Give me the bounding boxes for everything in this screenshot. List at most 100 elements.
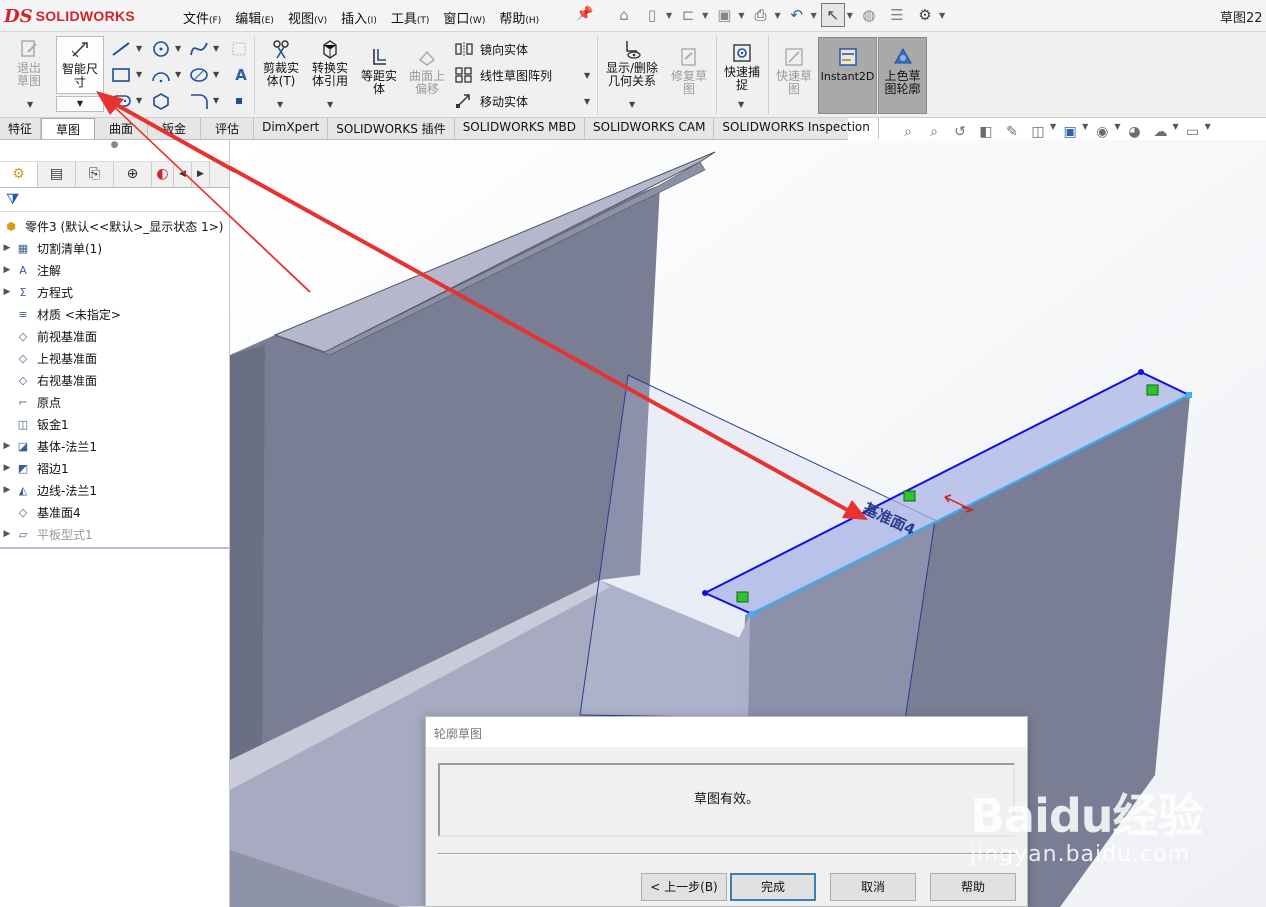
chevron-right-icon[interactable]: ▶ (0, 485, 14, 495)
relation-marker-icon[interactable] (903, 490, 916, 502)
text-icon[interactable]: A (230, 66, 252, 84)
menu-tools[interactable]: 工具(T) (384, 6, 437, 29)
chevron-down-icon[interactable]: ▼ (847, 11, 853, 20)
chevron-down-icon[interactable]: ▼ (584, 97, 590, 106)
menu-window[interactable]: 窗口(W) (436, 6, 492, 29)
move-entities-label[interactable]: 移动实体 (480, 93, 528, 110)
offset-on-surface-button[interactable]: 曲面上偏移 (404, 46, 450, 96)
chevron-down-icon[interactable]: ▼ (213, 70, 219, 79)
tab-inspection[interactable]: SOLIDWORKS Inspection (714, 118, 879, 139)
tree-item[interactable]: ▶ ▱ 平板型式1 (0, 523, 229, 545)
previous-view-icon[interactable]: ↺ (948, 122, 972, 142)
tree-root[interactable]: ⬢ 零件3 (默认<<默认>_显示状态 1>) (0, 215, 229, 237)
tab-sheet-metal[interactable]: 钣金 (148, 118, 202, 139)
finish-button[interactable]: 完成 (730, 873, 816, 901)
fillet-icon[interactable] (188, 92, 210, 110)
chevron-down-icon[interactable]: ▼ (136, 44, 142, 53)
edit-appearance-icon[interactable]: ◕ (1122, 122, 1146, 142)
print-icon[interactable]: ⎙ (748, 3, 772, 27)
tab-features[interactable]: 特征 (0, 118, 42, 139)
zoom-to-fit-icon[interactable]: ⌕ (896, 122, 920, 142)
save-icon[interactable]: ▣ (712, 3, 736, 27)
move-entities-icon[interactable] (454, 92, 474, 110)
chevron-down-icon[interactable]: ▼ (1050, 122, 1056, 142)
linear-pattern-label[interactable]: 线性草图阵列 (480, 67, 552, 84)
filter-icon[interactable]: ⧩ (0, 188, 229, 212)
chevron-left-icon[interactable]: ◀ (174, 162, 192, 187)
help-button[interactable]: 帮助 (930, 873, 1016, 901)
select-arrow-icon[interactable]: ↖ (820, 3, 845, 27)
feature-manager-tab-icon[interactable]: ⚙ (0, 162, 38, 187)
menu-edit[interactable]: 编辑(E) (228, 6, 281, 29)
chevron-right-icon[interactable]: ▶ (0, 529, 14, 539)
chevron-down-icon[interactable]: ▼ (1172, 122, 1178, 142)
open-folder-icon[interactable]: ⊏ (676, 3, 700, 27)
mirror-entities-label[interactable]: 镜向实体 (480, 41, 528, 58)
chevron-down-icon[interactable]: ▼ (738, 11, 744, 20)
undo-icon[interactable]: ↶ (785, 3, 809, 27)
tab-surfaces[interactable]: 曲面 (95, 118, 149, 139)
property-manager-tab-icon[interactable]: ▤ (38, 162, 76, 187)
tab-addins[interactable]: SOLIDWORKS 插件 (328, 118, 455, 139)
chevron-right-icon[interactable]: ▶ (0, 287, 14, 297)
new-document-icon[interactable]: ▯ (640, 3, 664, 27)
cancel-button[interactable]: 取消 (830, 873, 916, 901)
zoom-to-area-icon[interactable]: ⌕ (922, 122, 946, 142)
chevron-down-icon[interactable]: ▼ (136, 96, 142, 105)
polygon-icon[interactable] (150, 92, 172, 110)
chevron-down-icon[interactable]: ▼ (1082, 122, 1088, 142)
view-settings-icon[interactable]: ▭ (1181, 122, 1205, 142)
shaded-sketch-contours-button[interactable]: 上色草图轮廓 (878, 37, 927, 114)
tab-dimxpert[interactable]: DimXpert (254, 118, 329, 139)
tree-item[interactable]: ≡ 材质 <未指定> (0, 303, 229, 325)
configuration-manager-tab-icon[interactable]: ⎘ (76, 162, 114, 187)
menu-file[interactable]: 文件(F) (176, 6, 228, 29)
menu-help[interactable]: 帮助(H) (492, 6, 546, 29)
relation-marker-icon[interactable] (1146, 384, 1159, 396)
file-properties-icon[interactable]: ☰ (885, 3, 909, 27)
chevron-down-icon[interactable]: ▼ (175, 70, 181, 79)
chevron-down-icon[interactable]: ▼ (277, 100, 283, 109)
repair-sketch-button[interactable]: 修复草图 (666, 46, 712, 96)
tree-item[interactable]: ◫ 钣金1 (0, 413, 229, 435)
chevron-down-icon[interactable]: ▼ (1114, 122, 1120, 142)
display-style-icon[interactable]: ▣ (1058, 122, 1082, 142)
instant2d-button[interactable]: Instant2D (818, 37, 877, 114)
tree-item[interactable]: ▶ ▦ 切割清单(1) (0, 237, 229, 259)
ellipse-icon[interactable] (188, 66, 210, 84)
display-delete-relations-button[interactable]: 显示/删除几何关系 (602, 38, 662, 88)
tree-item[interactable]: ◇ 前视基准面 (0, 325, 229, 347)
offset-entities-button[interactable]: 等距实体 (356, 46, 402, 96)
tab-sketch[interactable]: 草图 (41, 118, 96, 139)
exit-sketch-button[interactable]: 退出草图 (6, 38, 52, 88)
rapid-sketch-button[interactable]: 快速草图 (772, 46, 816, 96)
tree-item[interactable]: ◇ 右视基准面 (0, 369, 229, 391)
chevron-down-icon[interactable]: ▼ (702, 11, 708, 20)
chevron-right-icon[interactable]: ▶ (0, 441, 14, 451)
chevron-right-icon[interactable]: ▶ (0, 265, 14, 275)
point-icon[interactable] (234, 96, 244, 106)
rectangle-icon[interactable] (110, 66, 132, 84)
chevron-down-icon[interactable]: ▼ (213, 44, 219, 53)
circle-icon[interactable] (150, 40, 172, 58)
chevron-down-icon[interactable]: ▼ (213, 96, 219, 105)
tree-item[interactable]: ▶ ◭ 边线-法兰1 (0, 479, 229, 501)
dynamic-annotation-icon[interactable]: ✎ (1000, 122, 1024, 142)
tree-item[interactable]: ▶ ◩ 褶边1 (0, 457, 229, 479)
dimxpert-manager-tab-icon[interactable]: ⊕ (114, 162, 152, 187)
slot-icon[interactable] (110, 92, 132, 110)
pin-icon[interactable]: 📌 (576, 6, 593, 24)
smart-dimension-dropdown[interactable]: ▼ (56, 96, 104, 112)
chevron-down-icon[interactable]: ▼ (738, 100, 744, 109)
tree-item[interactable]: ▶ Σ 方程式 (0, 281, 229, 303)
plane-sketch-icon[interactable] (230, 40, 248, 58)
rebuild-icon[interactable]: ◍ (857, 3, 881, 27)
chevron-down-icon[interactable]: ▼ (774, 11, 780, 20)
chevron-down-icon[interactable]: ▼ (27, 100, 33, 109)
chevron-down-icon[interactable]: ▼ (939, 11, 945, 20)
chevron-down-icon[interactable]: ▼ (175, 44, 181, 53)
view-orientation-icon[interactable]: ◫ (1026, 122, 1050, 142)
smart-dimension-button[interactable]: 智能尺寸 (56, 36, 104, 94)
mirror-icon[interactable] (454, 40, 474, 58)
hide-show-items-icon[interactable]: ◉ (1090, 122, 1114, 142)
